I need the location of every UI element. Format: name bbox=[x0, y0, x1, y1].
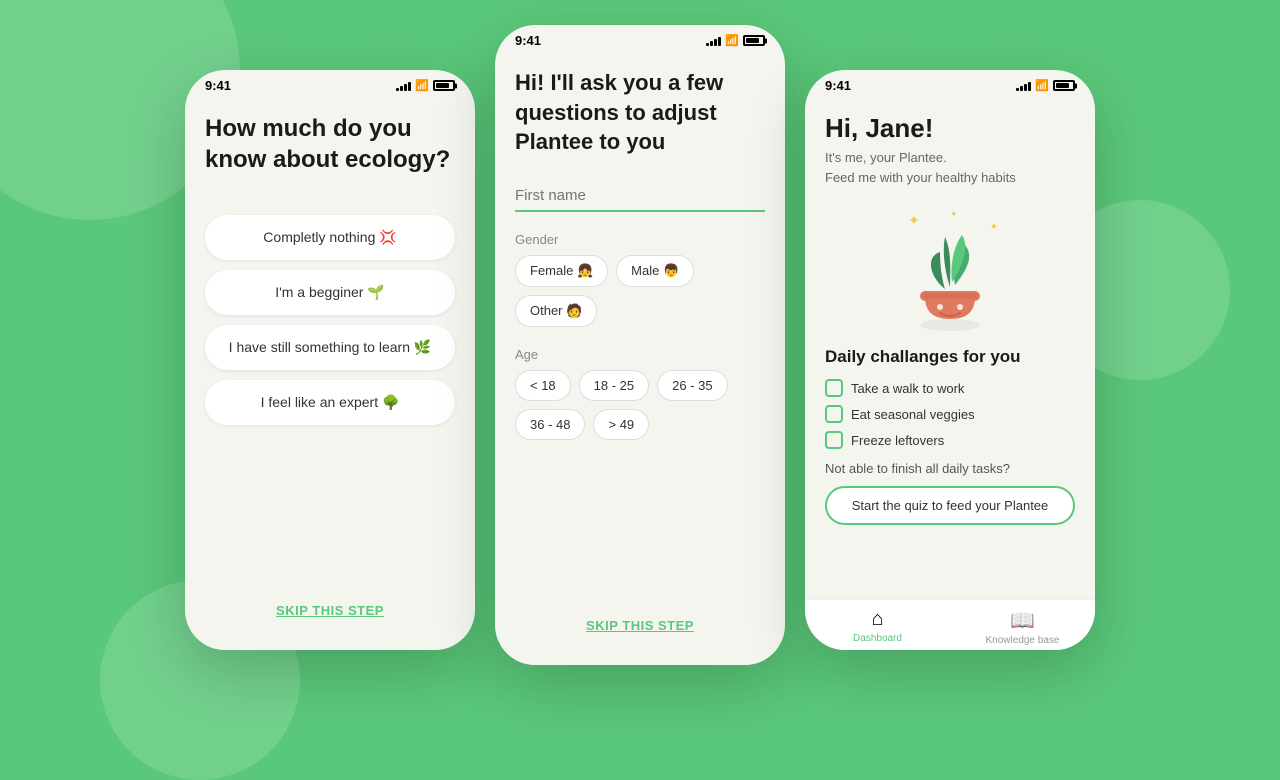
status-time-center: 9:41 bbox=[515, 33, 541, 48]
phones-container: 9:41 📶 How much do you know about ecolog… bbox=[185, 55, 1095, 665]
daily-challenges-title: Daily challanges for you bbox=[825, 347, 1075, 367]
age-chip-group-2: 36 - 48 > 49 bbox=[515, 409, 765, 440]
star-1: ✦ bbox=[908, 212, 920, 229]
task-label-3: Freeze leftovers bbox=[851, 433, 944, 448]
status-bar-right: 9:41 📶 bbox=[805, 70, 1095, 97]
age-chip-under18[interactable]: < 18 bbox=[515, 370, 571, 401]
plant-svg: ✦ ✦ ✦ bbox=[890, 207, 1010, 337]
wifi-icon-center: 📶 bbox=[725, 34, 739, 47]
answer-btn-4[interactable]: I feel like an expert 🌳 bbox=[205, 380, 455, 425]
first-name-field bbox=[515, 181, 765, 212]
task-label-2: Eat seasonal veggies bbox=[851, 407, 975, 422]
phone-left-content: How much do you know about ecology? Comp… bbox=[185, 97, 475, 650]
answer-options: Completly nothing 💢 I'm a begginer 🌱 I h… bbox=[205, 215, 455, 425]
quiz-prompt: Not able to finish all daily tasks? bbox=[825, 461, 1075, 476]
age-label: Age bbox=[515, 347, 765, 362]
status-bar-center: 9:41 📶 bbox=[495, 25, 785, 52]
task-checkbox-2[interactable] bbox=[825, 405, 843, 423]
battery-icon-right bbox=[1053, 80, 1075, 91]
status-icons-left: 📶 bbox=[396, 79, 455, 92]
wifi-icon-left: 📶 bbox=[415, 79, 429, 92]
gender-chip-group: Female 👧 Male 👦 Other 🧑 bbox=[515, 255, 765, 327]
knowledge-icon: 📖 bbox=[1010, 608, 1035, 633]
phone-right-content: Hi, Jane! It's me, your Plantee. Feed me… bbox=[805, 97, 1095, 599]
age-chip-18-25[interactable]: 18 - 25 bbox=[579, 370, 649, 401]
status-time-left: 9:41 bbox=[205, 78, 231, 93]
phone-center: 9:41 📶 Hi! I'll ask you a few questions … bbox=[495, 25, 785, 665]
nav-item-knowledge[interactable]: 📖 Knowledge base bbox=[950, 608, 1095, 646]
question-title: How much do you know about ecology? bbox=[205, 113, 455, 175]
task-label-1: Take a walk to work bbox=[851, 381, 964, 396]
answer-btn-1[interactable]: Completly nothing 💢 bbox=[205, 215, 455, 260]
dashboard-icon: ⌂ bbox=[871, 608, 883, 631]
status-icons-right: 📶 bbox=[1016, 79, 1075, 92]
task-item-2: Eat seasonal veggies bbox=[825, 405, 1075, 423]
task-item-1: Take a walk to work bbox=[825, 379, 1075, 397]
battery-icon-left bbox=[433, 80, 455, 91]
phone-center-content: Hi! I'll ask you a few questions to adju… bbox=[495, 52, 785, 665]
phone-left: 9:41 📶 How much do you know about ecolog… bbox=[185, 70, 475, 650]
knowledge-label: Knowledge base bbox=[986, 635, 1060, 646]
task-item-3: Freeze leftovers bbox=[825, 431, 1075, 449]
plant-illustration: ✦ ✦ ✦ bbox=[825, 207, 1075, 337]
answer-btn-2[interactable]: I'm a begginer 🌱 bbox=[205, 270, 455, 315]
onboarding-title: Hi! I'll ask you a few questions to adju… bbox=[515, 68, 765, 157]
phone-right: 9:41 📶 Hi, Jane! It's me, your Plantee. … bbox=[805, 70, 1095, 650]
task-checkbox-3[interactable] bbox=[825, 431, 843, 449]
dashboard-label: Dashboard bbox=[853, 633, 902, 644]
status-time-right: 9:41 bbox=[825, 78, 851, 93]
status-icons-center: 📶 bbox=[706, 34, 765, 47]
skip-step-left[interactable]: SKIP THIS STEP bbox=[205, 587, 455, 634]
answer-btn-3[interactable]: I have still something to learn 🌿 bbox=[205, 325, 455, 370]
gender-male-chip[interactable]: Male 👦 bbox=[616, 255, 694, 287]
signal-icon-center bbox=[706, 36, 721, 46]
gender-other-chip[interactable]: Other 🧑 bbox=[515, 295, 597, 327]
bottom-nav: ⌂ Dashboard 📖 Knowledge base bbox=[805, 599, 1095, 650]
gender-label: Gender bbox=[515, 232, 765, 247]
star-2: ✦ bbox=[990, 222, 998, 233]
star-3: ✦ bbox=[950, 209, 958, 220]
signal-icon-left bbox=[396, 81, 411, 91]
wifi-icon-right: 📶 bbox=[1035, 79, 1049, 92]
greeting-title: Hi, Jane! bbox=[825, 113, 1075, 144]
age-chip-36-48[interactable]: 36 - 48 bbox=[515, 409, 585, 440]
first-name-input[interactable] bbox=[515, 181, 765, 212]
task-checkbox-1[interactable] bbox=[825, 379, 843, 397]
nav-item-dashboard[interactable]: ⌂ Dashboard bbox=[805, 608, 950, 646]
age-chip-over49[interactable]: > 49 bbox=[593, 409, 649, 440]
gender-female-chip[interactable]: Female 👧 bbox=[515, 255, 608, 287]
gender-field: Gender Female 👧 Male 👦 Other 🧑 bbox=[515, 232, 765, 327]
status-bar-left: 9:41 📶 bbox=[185, 70, 475, 97]
quiz-button[interactable]: Start the quiz to feed your Plantee bbox=[825, 486, 1075, 525]
age-chip-26-35[interactable]: 26 - 35 bbox=[657, 370, 727, 401]
signal-icon-right bbox=[1016, 81, 1031, 91]
greeting-subtitle: It's me, your Plantee. Feed me with your… bbox=[825, 148, 1075, 187]
age-chip-group: < 18 18 - 25 26 - 35 bbox=[515, 370, 765, 401]
battery-icon-center bbox=[743, 35, 765, 46]
task-list: Take a walk to work Eat seasonal veggies… bbox=[825, 379, 1075, 449]
skip-step-center[interactable]: SKIP THIS STEP bbox=[515, 602, 765, 649]
age-field: Age < 18 18 - 25 26 - 35 36 - 48 > 49 bbox=[515, 347, 765, 440]
